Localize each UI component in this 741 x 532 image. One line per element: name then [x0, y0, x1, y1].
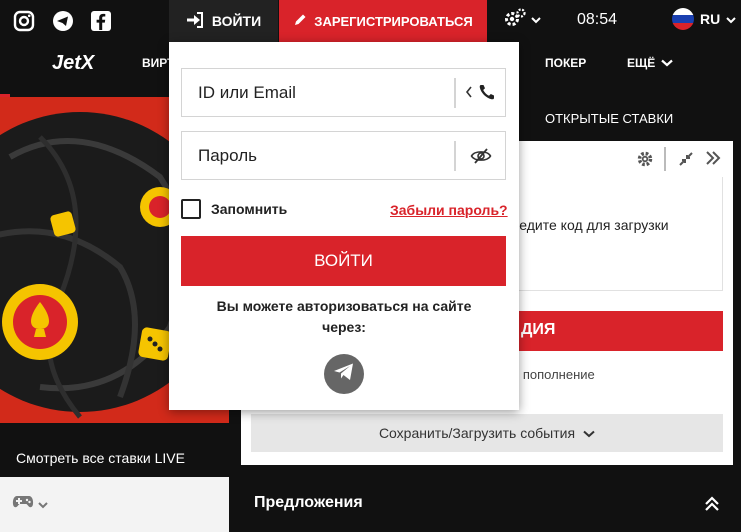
chevron-down-icon: [38, 496, 48, 514]
login-top-button[interactable]: ВОЙТИ: [169, 0, 278, 42]
telegram-login-button[interactable]: [324, 354, 364, 394]
language-selector[interactable]: RU: [672, 8, 736, 30]
login-submit-button[interactable]: ВОЙТИ: [181, 236, 506, 286]
instagram-icon[interactable]: [12, 9, 36, 33]
login-icon: [186, 11, 204, 31]
telegram-icon: [333, 362, 355, 387]
bonus-text: е пополнение: [512, 367, 595, 382]
register-top-button[interactable]: ЗАРЕГИСТРИРОВАТЬСЯ: [279, 0, 487, 42]
phone-icon[interactable]: [478, 83, 496, 106]
social-login-text: Вы можете авторизоваться на сайте через:: [216, 298, 472, 335]
double-chevron-right-icon[interactable]: [705, 150, 721, 171]
field-separator: [454, 141, 456, 171]
live-bets-link[interactable]: Смотреть все ставки LIVE: [0, 437, 229, 477]
eye-slash-icon[interactable]: [470, 147, 492, 170]
chevron-left-icon[interactable]: [465, 85, 473, 104]
top-bar: ВОЙТИ ЗАРЕГИСТРИРОВАТЬСЯ 08:54 RU: [0, 0, 741, 42]
chevron-down-icon: [661, 56, 674, 70]
facebook-icon[interactable]: [89, 9, 113, 33]
chevron-down-icon: [726, 11, 736, 27]
login-dropdown: Запомнить Забыли пароль? ВОЙТИ Вы можете…: [169, 42, 519, 410]
password-field: [181, 131, 506, 180]
settings-icon: [503, 7, 527, 34]
double-chevron-up-icon[interactable]: [704, 496, 720, 517]
tab-open-bets[interactable]: ОТКРЫТЫЕ СТАВКИ: [545, 111, 673, 126]
remember-checkbox[interactable]: [181, 199, 201, 219]
nav-item-more[interactable]: ЕЩЁ: [627, 56, 674, 70]
login-id-field: [181, 68, 506, 117]
gear-icon[interactable]: [636, 150, 654, 173]
nav-item-poker[interactable]: ПОКЕР: [545, 56, 586, 70]
pencil-icon: [293, 13, 307, 30]
collapse-icon[interactable]: [678, 151, 694, 172]
field-separator: [454, 78, 456, 108]
login-id-input[interactable]: [198, 69, 458, 116]
chevron-down-icon: [531, 11, 541, 29]
russia-flag-icon: [672, 8, 694, 30]
settings-menu[interactable]: [503, 7, 545, 33]
remember-label: Запомнить: [211, 201, 288, 217]
coupon-hint-text: ведите код для загрузки: [512, 217, 669, 233]
remember-me[interactable]: Запомнить: [181, 199, 287, 219]
save-load-events-button[interactable]: Сохранить/Загрузить события: [251, 414, 723, 452]
nav-more-label: ЕЩЁ: [627, 56, 656, 70]
language-label: RU: [700, 11, 721, 27]
nav-item-jetx[interactable]: JetX: [52, 52, 94, 75]
game-selector[interactable]: [0, 477, 229, 532]
register-top-label: ЗАРЕГИСТРИРОВАТЬСЯ: [314, 13, 473, 29]
clock: 08:54: [577, 11, 618, 28]
forgot-password-link[interactable]: Забыли пароль?: [390, 202, 508, 218]
gamepad-icon: [12, 495, 34, 514]
telegram-icon[interactable]: [51, 9, 75, 33]
chevron-down-icon: [583, 425, 595, 441]
save-load-label: Сохранить/Загрузить события: [378, 425, 576, 441]
login-top-label: ВОЙТИ: [211, 13, 262, 29]
password-input[interactable]: [198, 132, 458, 179]
offers-section[interactable]: Предложения: [241, 484, 741, 524]
header-divider: [664, 147, 666, 171]
offers-title: Предложения: [254, 494, 363, 511]
